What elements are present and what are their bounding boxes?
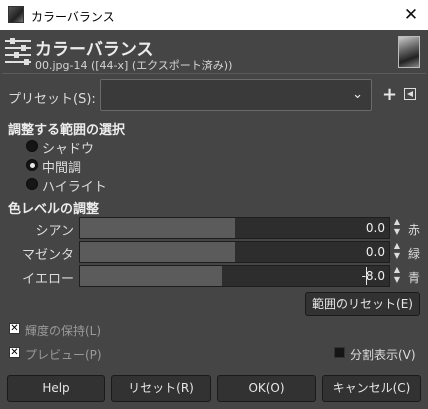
cyan-red-slider[interactable]: 0.0: [79, 217, 390, 239]
magenta-label: マゼンタ: [21, 248, 74, 263]
reset-range-button[interactable]: 範囲のリセット(E): [305, 292, 420, 316]
checkbox-box: ✕: [9, 323, 20, 334]
cyan-label: シアン: [35, 224, 74, 239]
preset-menu-icon[interactable]: [404, 88, 416, 100]
range-section-title: 調整する範囲の選択: [8, 123, 126, 138]
radio-dot: [26, 178, 38, 190]
spin-up-icon: ▲: [393, 217, 401, 226]
radio-dot: [26, 140, 38, 152]
reset-button[interactable]: リセット(R): [111, 375, 211, 402]
green-label: 緑: [408, 247, 421, 261]
spin-up-icon: ▲: [393, 265, 401, 274]
yellow-spin-buttons[interactable]: ▲ ▼: [391, 265, 403, 287]
cyan-spin-buttons[interactable]: ▲ ▼: [391, 217, 403, 239]
presets-combo[interactable]: ⌄: [100, 79, 372, 111]
spin-down-icon: ▼: [393, 251, 401, 260]
yellow-label: イエロー: [22, 272, 74, 287]
window-title: カラーバランス: [31, 10, 115, 24]
magenta-green-slider[interactable]: 0.0: [79, 241, 390, 263]
help-button[interactable]: Help: [7, 375, 105, 402]
presets-label: プリセット(S):: [8, 92, 96, 107]
title-bar: カラーバランス ✕: [0, 0, 428, 30]
spin-down-icon: ▼: [393, 227, 401, 236]
slider-value: 0.0: [365, 221, 385, 235]
radio-dot-selected: [26, 159, 38, 171]
app-icon: [8, 6, 24, 23]
slider-fill: [80, 242, 235, 262]
chevron-down-icon: ⌄: [352, 87, 363, 102]
color-balance-icon: [5, 37, 31, 65]
ok-button[interactable]: OK(O): [217, 375, 316, 402]
color-section-title: 色レベルの調整: [8, 202, 100, 217]
add-preset-icon[interactable]: +: [382, 84, 397, 105]
header-divider: [2, 73, 426, 74]
image-subtitle: 00.jpg-14 ([44-x] (エクスポート済み)): [35, 59, 233, 72]
slider-fill: [80, 218, 235, 238]
slider-fill: [80, 266, 223, 286]
checkbox-box: ✕: [9, 347, 20, 358]
red-label: 赤: [408, 223, 421, 237]
image-thumbnail: [398, 36, 420, 68]
blue-label: 青: [408, 271, 421, 285]
spin-up-icon: ▲: [393, 241, 401, 250]
close-icon[interactable]: ✕: [396, 1, 426, 29]
cancel-button[interactable]: キャンセル(C): [322, 375, 421, 402]
yellow-blue-slider[interactable]: -8.0: [79, 265, 390, 287]
spin-down-icon: ▼: [393, 275, 401, 284]
slider-value: 0.0: [365, 245, 385, 259]
checkbox-box: [334, 347, 345, 358]
slider-value: -8.0: [361, 269, 385, 283]
magenta-spin-buttons[interactable]: ▲ ▼: [391, 241, 403, 263]
